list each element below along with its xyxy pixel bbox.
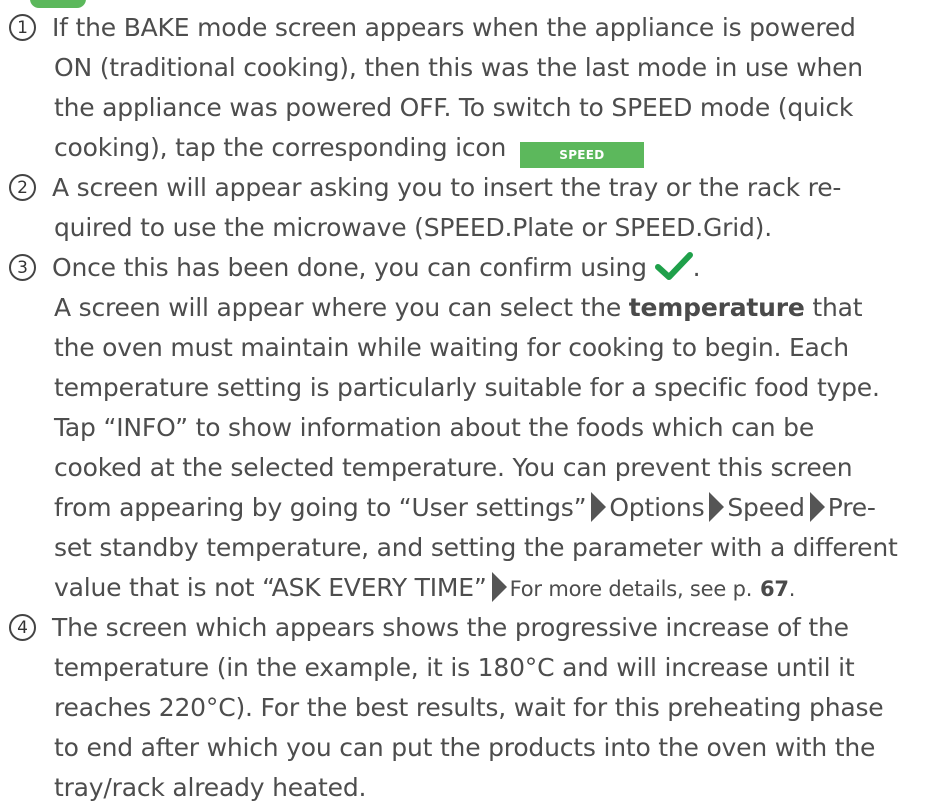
step-number: 2: [9, 174, 36, 201]
step-4-line-4: to end after which you can put the produ…: [54, 733, 876, 762]
temperature-emphasis: temperature: [628, 293, 805, 322]
step-3-line-7-b: Options: [609, 493, 705, 522]
step-3-line-8: set standby temperature, and setting the…: [54, 533, 898, 562]
step-3-line-5: Tap “INFO” to show information about the…: [54, 413, 815, 442]
arrow-right-icon: [491, 572, 507, 602]
step-number: 3: [9, 254, 36, 281]
step-3-line-7-c: Speed: [727, 493, 805, 522]
page-reference-number: 67: [759, 577, 789, 601]
step-number: 4: [9, 614, 36, 641]
step-4-line-1: The screen which appears shows the progr…: [52, 613, 849, 642]
step-3-line-1: Once this has been done, you can confirm…: [52, 248, 701, 288]
step-1-line-1: If the BAKE mode screen appears when the…: [52, 13, 856, 42]
arrow-right-icon: [709, 492, 725, 522]
checkmark-icon: [654, 252, 693, 280]
step-1-line-3: the appliance was powered OFF. To switch…: [54, 93, 854, 122]
step-3-line-9-a: value that is not “ASK EVERY TIME”: [54, 573, 487, 602]
step-3-line-3: the oven must maintain while waiting for…: [54, 333, 849, 362]
step-3-line-2: A screen will appear where you can selec…: [54, 288, 863, 328]
step-3-line-1-end: .: [692, 253, 701, 282]
step-4-line-2: temperature (in the example, it is 180°C…: [54, 653, 855, 682]
arrow-right-icon: [591, 492, 607, 522]
step-3-line-9: value that is not “ASK EVERY TIME” For mo…: [54, 568, 795, 609]
speed-badge-cropped: [30, 0, 86, 8]
speed-mode-icon: SPEED: [519, 142, 644, 168]
step-1-line-2: ON (traditional cooking), then this was …: [54, 53, 863, 82]
arrow-right-icon: [809, 492, 825, 522]
page-reference-text: For more details, see p.: [509, 577, 753, 601]
step-2-line-2: quired to use the microwave (SPEED.Plate…: [54, 213, 772, 242]
step-1-line-4-text: cooking), tap the corresponding icon: [54, 133, 507, 162]
step-2-line-1: A screen will appear asking you to inser…: [52, 173, 842, 202]
step-4-line-3: reaches 220°C). For the best results, wa…: [54, 693, 884, 722]
step-3-line-4: temperature setting is particularly suit…: [54, 373, 880, 402]
step-3-line-7: from appearing by going to “User setting…: [54, 488, 876, 528]
step-4-line-5: tray/rack already heated.: [54, 773, 367, 802]
page-reference-end: .: [788, 577, 796, 601]
step-3-line-6: cooked at the selected temperature. You …: [54, 453, 853, 482]
step-3-line-7-d: Pre-: [827, 493, 876, 522]
step-3-line-1-text: Once this has been done, you can confirm…: [52, 253, 647, 282]
step-3-line-2-pre: A screen will appear where you can selec…: [54, 293, 622, 322]
step-3-line-2-post: that: [812, 293, 863, 322]
step-1-line-4: cooking), tap the corresponding icon SPE…: [54, 128, 644, 168]
step-3-line-7-a: from appearing by going to “User setting…: [54, 493, 587, 522]
step-number: 1: [9, 14, 36, 41]
